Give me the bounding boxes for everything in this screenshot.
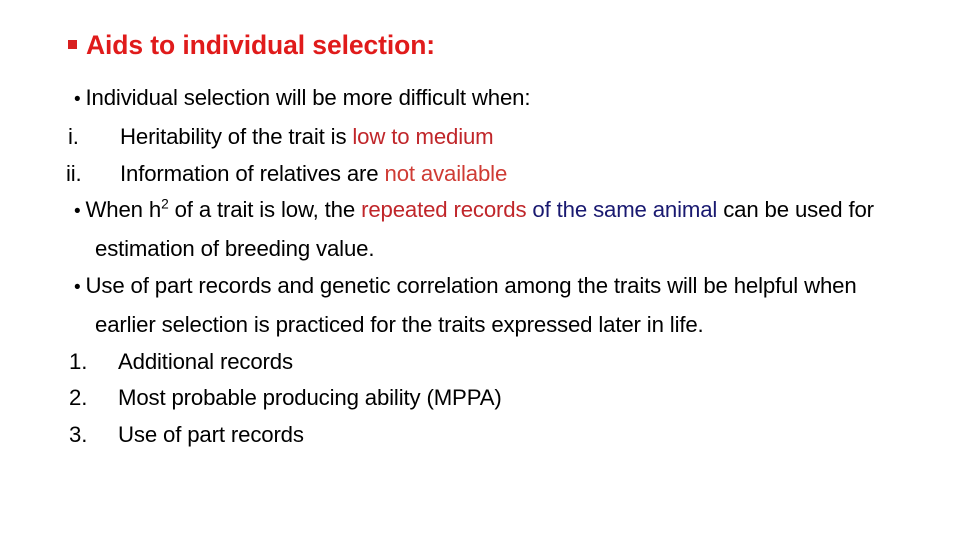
text-segment: Information of relatives are xyxy=(120,160,385,186)
bullet-icon: • xyxy=(74,201,81,223)
highlight-segment-red: repeated records xyxy=(361,197,527,223)
number-marker: 3. xyxy=(69,422,88,448)
number-marker: 1. xyxy=(69,348,88,374)
bullet-list-item: • Use of part records and genetic correla… xyxy=(0,268,960,344)
text-segment: Additional records xyxy=(118,348,293,374)
numbered-list-item: 1. Additional records xyxy=(0,344,960,381)
roman-marker: i. xyxy=(68,123,79,149)
text-segment: 2 xyxy=(161,197,169,212)
bullet-list-item: • Individual selection will be more diffi… xyxy=(0,80,960,119)
highlight-segment-navy: of the same animal xyxy=(526,197,718,223)
highlight-segment-red: low to medium xyxy=(352,123,494,149)
bullet-icon: • xyxy=(74,276,81,298)
highlight-segment-red-soft: not available xyxy=(384,160,508,186)
slide-canvas: Aids to individual selection: • Individua… xyxy=(0,0,960,540)
text-segment: Use of part records and genetic correlat… xyxy=(85,272,857,337)
bullet-list-item: • When h2 of a trait is low, the repeated… xyxy=(0,192,960,268)
square-bullet-icon xyxy=(68,40,77,49)
text-segment: When h xyxy=(85,197,162,223)
roman-marker: ii. xyxy=(66,160,82,186)
page-title: Aids to individual selection: xyxy=(86,30,436,60)
roman-list-item: ii. Information of relatives are not avai… xyxy=(0,156,960,193)
numbered-list-item: 3. Use of part records xyxy=(0,417,960,454)
slide-body: • Individual selection will be more diffi… xyxy=(0,80,960,454)
text-segment: of a trait is low, the xyxy=(168,197,362,223)
number-marker: 2. xyxy=(69,385,88,411)
text-segment: Individual selection will be more diffic… xyxy=(85,85,531,110)
slide-title: Aids to individual selection: xyxy=(68,32,435,59)
text-segment: Most probable producing ability (MPPA) xyxy=(118,385,502,411)
numbered-list-item: 2. Most probable producing ability (MPPA) xyxy=(0,380,960,417)
bullet-icon: • xyxy=(74,89,81,110)
text-segment: Use of part records xyxy=(118,422,304,448)
roman-list-item: i. Heritability of the trait is low to me… xyxy=(0,119,960,156)
text-segment: Heritability of the trait is xyxy=(120,123,353,149)
